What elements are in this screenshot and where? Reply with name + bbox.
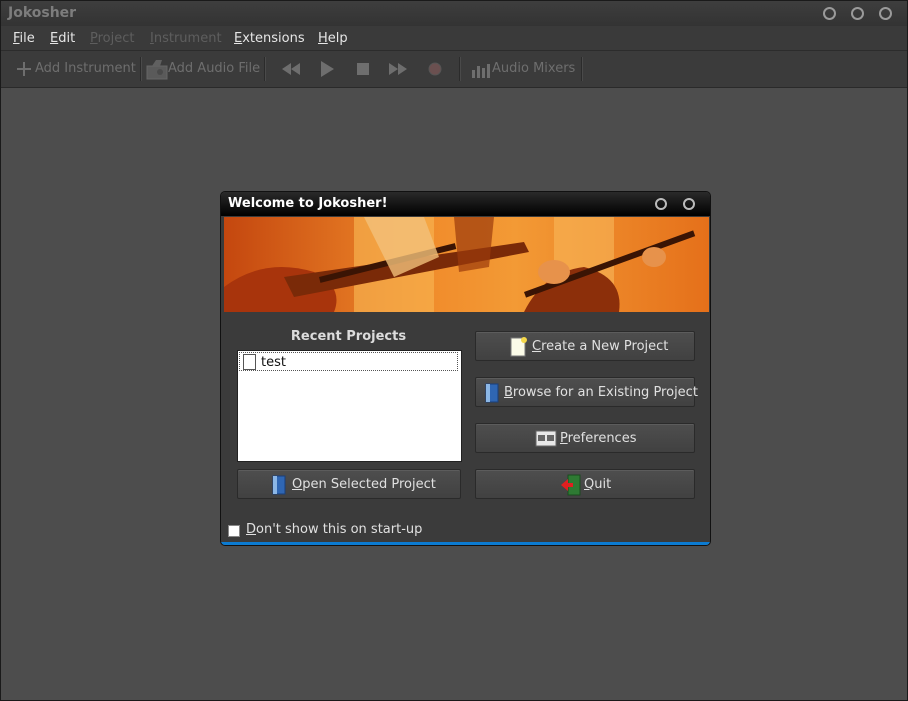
add-instrument-label: Add Instrument xyxy=(35,61,136,76)
menu-extensions[interactable]: Extensions xyxy=(234,31,305,46)
dialog-maximize-button[interactable] xyxy=(655,198,667,210)
dont-show-checkbox[interactable] xyxy=(228,525,240,537)
audio-file-icon xyxy=(146,60,168,80)
plus-icon xyxy=(17,62,31,76)
rewind-icon[interactable] xyxy=(281,62,301,76)
menu-project[interactable]: Project xyxy=(90,31,135,46)
window-titlebar[interactable]: Jokosher xyxy=(1,1,907,26)
quit-door-icon xyxy=(561,474,581,496)
mixer-icon xyxy=(472,64,490,78)
recent-projects-label: Recent Projects xyxy=(290,329,407,344)
maximize-button[interactable] xyxy=(851,7,864,20)
main-window: Jokosher File Edit Project Instrument Ex… xyxy=(0,0,908,701)
open-book-icon xyxy=(485,383,499,403)
add-audio-file-label: Add Audio File xyxy=(168,61,261,76)
recent-project-name: test xyxy=(261,355,286,370)
menu-help[interactable]: Help xyxy=(318,31,348,46)
menu-edit[interactable]: Edit xyxy=(50,31,75,46)
dialog-close-button[interactable] xyxy=(683,198,695,210)
fast-forward-icon[interactable] xyxy=(388,62,408,76)
close-button[interactable] xyxy=(879,7,892,20)
audio-mixers-label: Audio Mixers xyxy=(492,61,576,76)
welcome-banner-image xyxy=(224,217,709,312)
open-book-icon xyxy=(272,475,286,495)
stop-icon[interactable] xyxy=(357,63,370,76)
dialog-title: Welcome to Jokosher! xyxy=(228,196,388,211)
quit-button[interactable]: Quit xyxy=(475,469,695,499)
create-new-project-button[interactable]: Create a New Project xyxy=(475,331,695,361)
dialog-titlebar[interactable]: Welcome to Jokosher! xyxy=(221,192,710,216)
window-title: Jokosher xyxy=(8,5,77,21)
add-instrument-button[interactable]: Add Instrument xyxy=(11,53,136,85)
menubar: File Edit Project Instrument Extensions … xyxy=(1,26,907,51)
dialog-bottom-accent xyxy=(221,542,710,545)
recent-projects-list[interactable]: test xyxy=(237,350,462,462)
audio-mixers-button[interactable]: Audio Mixers xyxy=(467,53,577,85)
dont-show-label[interactable]: Don't show this on start-up xyxy=(246,522,422,537)
preferences-button[interactable]: Preferences xyxy=(475,423,695,453)
preferences-icon xyxy=(535,430,557,447)
browse-existing-project-button[interactable]: Browse for an Existing Project xyxy=(475,377,698,407)
menu-instrument[interactable]: Instrument xyxy=(150,31,222,46)
play-icon[interactable] xyxy=(319,60,335,78)
minimize-button[interactable] xyxy=(823,7,836,20)
record-icon[interactable] xyxy=(427,61,443,77)
document-icon xyxy=(243,354,256,370)
list-item[interactable]: test xyxy=(239,352,458,371)
open-selected-project-button[interactable]: Open Selected Project xyxy=(237,469,461,499)
new-document-icon xyxy=(510,337,527,357)
add-audio-file-button[interactable]: Add Audio File xyxy=(143,53,261,85)
welcome-dialog: Welcome to Jokosher! Recent Projects tes… xyxy=(220,191,711,546)
toolbar: Add Instrument Add Audio File Audio Mixe… xyxy=(1,51,907,88)
menu-file[interactable]: File xyxy=(13,31,35,46)
